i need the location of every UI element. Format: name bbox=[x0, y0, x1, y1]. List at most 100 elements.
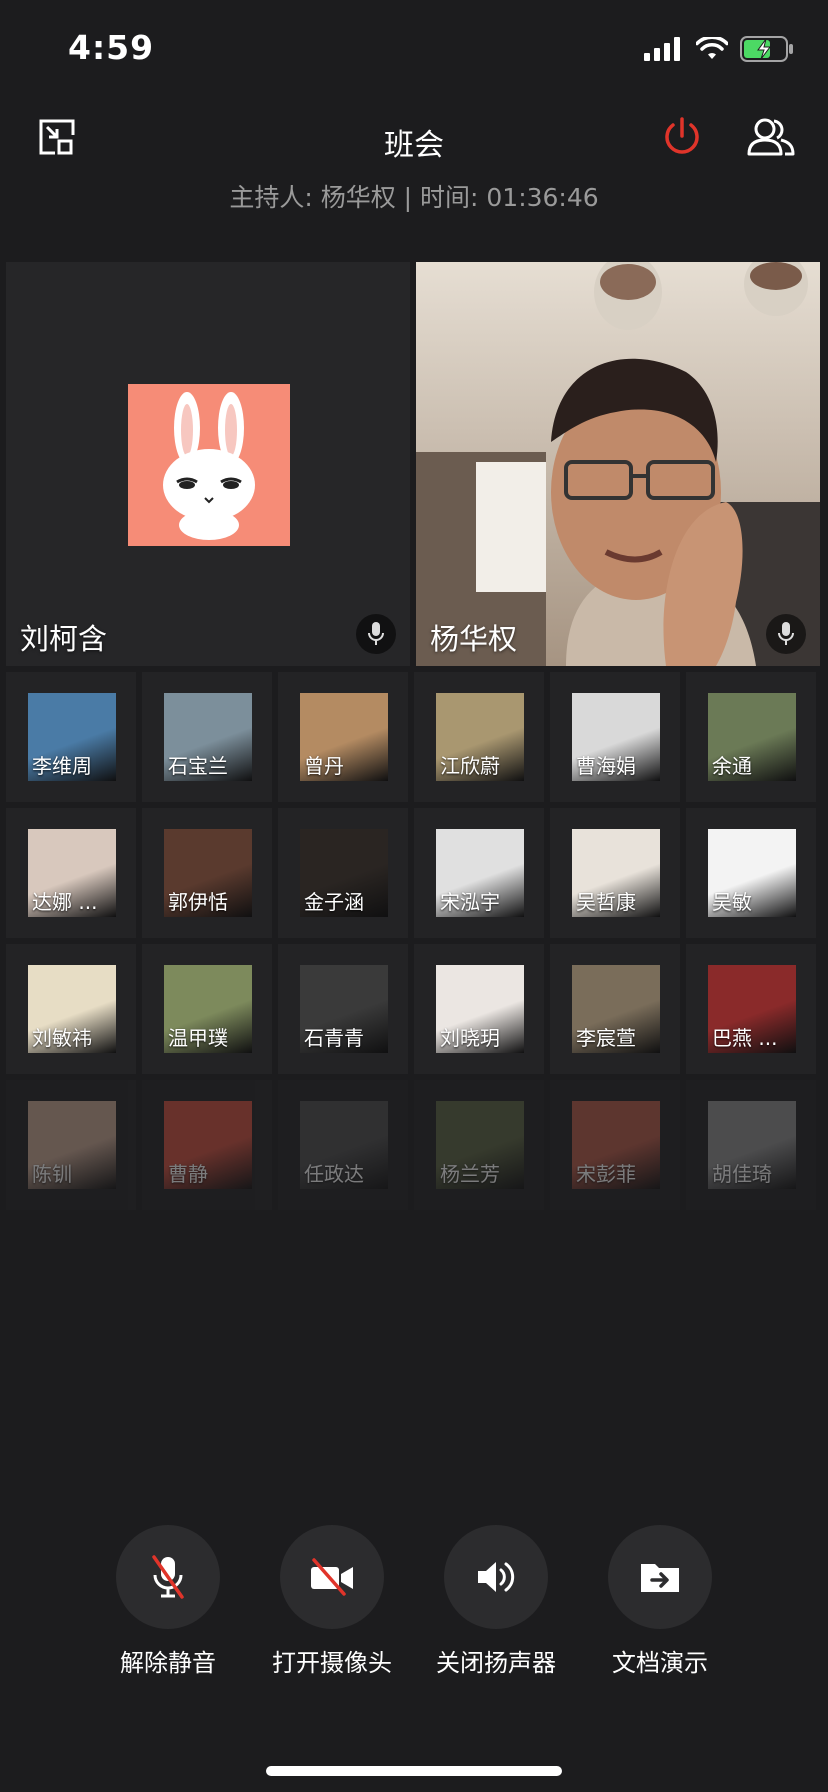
avatar: 李维周 bbox=[28, 693, 116, 781]
avatar: 吴哲康 bbox=[572, 829, 660, 917]
camera-circle bbox=[280, 1525, 384, 1629]
avatar: 刘晓玥 bbox=[436, 965, 524, 1053]
avatar: 任政达 bbox=[300, 1101, 388, 1189]
mic-icon bbox=[368, 622, 384, 645]
mic-icon bbox=[778, 622, 794, 645]
participant-name: 石宝兰 bbox=[168, 754, 228, 778]
wifi-icon bbox=[696, 37, 728, 59]
avatar: 曾丹 bbox=[300, 693, 388, 781]
participant-name: 江欣蔚 bbox=[440, 754, 500, 778]
participant-cell[interactable]: 余通 bbox=[686, 672, 816, 802]
participant-cell[interactable]: 陈钏 bbox=[6, 1080, 136, 1210]
speaker-button[interactable]: 关闭扬声器 bbox=[411, 1525, 581, 1678]
avatar: 石宝兰 bbox=[164, 693, 252, 781]
participant-name: 巴燕 ... bbox=[712, 1026, 778, 1050]
avatar: 余通 bbox=[708, 693, 796, 781]
participant-name: 石青青 bbox=[304, 1026, 364, 1050]
participant-name: 任政达 bbox=[304, 1162, 364, 1186]
avatar: 江欣蔚 bbox=[436, 693, 524, 781]
participant-name: 达娜 ... bbox=[32, 890, 98, 914]
speaker-circle bbox=[444, 1525, 548, 1629]
participant-cell[interactable]: 杨兰芳 bbox=[414, 1080, 544, 1210]
avatar: 石青青 bbox=[300, 965, 388, 1053]
participants-icon bbox=[747, 118, 795, 156]
avatar: 曹海娟 bbox=[572, 693, 660, 781]
participant-name: 杨华权 bbox=[430, 622, 518, 656]
participant-cell[interactable]: 任政达 bbox=[278, 1080, 408, 1210]
participant-name: 郭伊恬 bbox=[168, 890, 228, 914]
camera-button[interactable]: 打开摄像头 bbox=[247, 1525, 417, 1678]
speaker-label: 关闭扬声器 bbox=[436, 1649, 556, 1677]
video-tile[interactable]: 杨华权 bbox=[416, 262, 820, 666]
battery-icon bbox=[740, 36, 793, 62]
folder-share-icon bbox=[641, 1564, 679, 1592]
avatar: 温甲璞 bbox=[164, 965, 252, 1053]
camera-video-feed bbox=[416, 262, 820, 666]
rabbit-avatar-icon bbox=[163, 392, 255, 540]
participant-cell[interactable]: 郭伊恬 bbox=[142, 808, 272, 938]
mic-muted-icon bbox=[152, 1555, 184, 1599]
participant-name: 李维周 bbox=[32, 754, 92, 778]
participant-name: 温甲璞 bbox=[168, 1026, 228, 1050]
document-share-label: 文档演示 bbox=[612, 1649, 708, 1677]
meeting-info: 主持人: 杨华权 | 时间: 01:36:46 bbox=[229, 183, 599, 212]
participant-cell[interactable]: 吴哲康 bbox=[550, 808, 680, 938]
participant-name: 李宸萱 bbox=[576, 1026, 636, 1050]
participant-name: 刘柯含 bbox=[20, 622, 108, 656]
status-time: 4:59 bbox=[68, 28, 155, 67]
participant-cell[interactable]: 曹静 bbox=[142, 1080, 272, 1210]
mic-status bbox=[356, 614, 396, 654]
unmute-button[interactable]: 解除静音 bbox=[83, 1525, 253, 1678]
participant-cell[interactable]: 石宝兰 bbox=[142, 672, 272, 802]
avatar: 刘敏祎 bbox=[28, 965, 116, 1053]
participant-cell[interactable]: 宋泓宇 bbox=[414, 808, 544, 938]
participant-cell[interactable]: 巴燕 ... bbox=[686, 944, 816, 1074]
participant-cell[interactable]: 宋彭菲 bbox=[550, 1080, 680, 1210]
meeting-header: 班会 主持人: 杨华权 | 时间: 01:36:46 bbox=[0, 110, 828, 212]
signal-icon bbox=[644, 37, 680, 61]
unmute-circle bbox=[116, 1525, 220, 1629]
end-meeting-button[interactable] bbox=[655, 110, 709, 164]
participant-cell[interactable]: 李维周 bbox=[6, 672, 136, 802]
participant-cell[interactable]: 金子涵 bbox=[278, 808, 408, 938]
document-share-circle bbox=[608, 1525, 712, 1629]
video-tile[interactable]: 刘柯含 bbox=[6, 262, 410, 666]
avatar: 郭伊恬 bbox=[164, 829, 252, 917]
participants-button[interactable] bbox=[744, 110, 798, 164]
participant-name: 杨兰芳 bbox=[440, 1162, 500, 1186]
camera-off-icon bbox=[311, 1558, 353, 1596]
avatar: 金子涵 bbox=[300, 829, 388, 917]
participant-cell[interactable]: 温甲璞 bbox=[142, 944, 272, 1074]
participant-cell[interactable]: 刘敏祎 bbox=[6, 944, 136, 1074]
participant-cell[interactable]: 吴敏 bbox=[686, 808, 816, 938]
home-indicator[interactable] bbox=[266, 1766, 562, 1776]
participant-cell[interactable]: 石青青 bbox=[278, 944, 408, 1074]
participant-cell[interactable]: 曹海娟 bbox=[550, 672, 680, 802]
participant-name: 余通 bbox=[712, 754, 752, 778]
participant-name: 宋泓宇 bbox=[440, 890, 500, 914]
document-share-button[interactable]: 文档演示 bbox=[575, 1525, 745, 1678]
avatar: 曹静 bbox=[164, 1101, 252, 1189]
status-icons bbox=[644, 36, 794, 62]
participant-cell[interactable]: 江欣蔚 bbox=[414, 672, 544, 802]
speaker-icon bbox=[478, 1562, 515, 1592]
avatar bbox=[128, 384, 290, 546]
status-bar: 4:59 bbox=[0, 0, 828, 100]
power-icon bbox=[665, 117, 699, 154]
participant-name: 陈钏 bbox=[32, 1162, 72, 1186]
participant-name: 胡佳琦 bbox=[712, 1162, 772, 1186]
participant-cell[interactable]: 达娜 ... bbox=[6, 808, 136, 938]
participant-cell[interactable]: 李宸萱 bbox=[550, 944, 680, 1074]
participant-name: 吴哲康 bbox=[576, 890, 636, 914]
participant-cell[interactable]: 刘晓玥 bbox=[414, 944, 544, 1074]
participant-name: 吴敏 bbox=[712, 890, 752, 914]
avatar: 杨兰芳 bbox=[436, 1101, 524, 1189]
avatar: 宋泓宇 bbox=[436, 829, 524, 917]
participant-name: 金子涵 bbox=[304, 890, 364, 914]
participant-cell[interactable]: 曾丹 bbox=[278, 672, 408, 802]
participant-cell[interactable]: 胡佳琦 bbox=[686, 1080, 816, 1210]
camera-label: 打开摄像头 bbox=[272, 1649, 392, 1677]
participant-name: 宋彭菲 bbox=[576, 1162, 636, 1186]
participant-name: 曹海娟 bbox=[576, 754, 636, 778]
avatar: 宋彭菲 bbox=[572, 1101, 660, 1189]
